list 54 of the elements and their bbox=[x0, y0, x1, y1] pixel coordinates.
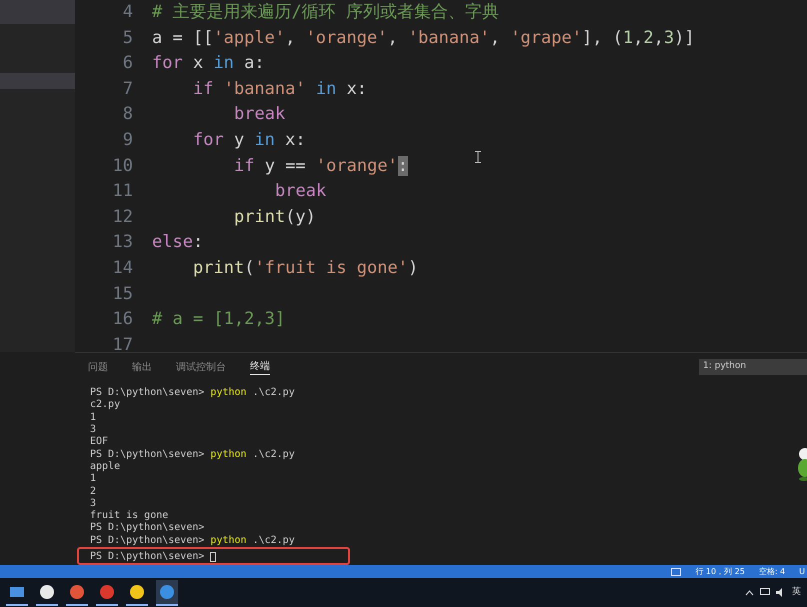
line-number: 5 bbox=[122, 26, 133, 50]
terminal-line: 3 bbox=[90, 424, 96, 436]
panel-tab[interactable]: 输出 bbox=[132, 360, 152, 374]
code-line: print(y) bbox=[234, 206, 316, 229]
text-cursor-icon bbox=[475, 151, 481, 163]
code-line: # a = [1,2,3] bbox=[152, 308, 286, 332]
line-number: 11 bbox=[112, 180, 133, 204]
status-item[interactable]: 行 10，列 25 bbox=[695, 566, 745, 578]
terminal-line: PS D:\python\seven> bbox=[90, 522, 204, 534]
panel-tab[interactable]: 问题 bbox=[88, 360, 108, 374]
line-number: 4 bbox=[122, 1, 133, 24]
terminal-line: PS D:\python\seven> python .\c2.py bbox=[90, 387, 295, 400]
code-line: else: bbox=[152, 231, 204, 254]
ime-indicator[interactable]: 英 bbox=[792, 586, 801, 600]
code-line: # 主要是用来遍历/循环 序列或者集合、字典 bbox=[152, 1, 499, 24]
terminal-line: PS D:\python\seven> bbox=[90, 551, 206, 563]
terminal-line: 3 bbox=[90, 498, 96, 510]
terminal-selector[interactable]: 1: python bbox=[699, 359, 807, 375]
line-number: 6 bbox=[122, 52, 133, 76]
terminal-line: PS D:\python\seven> python .\c2.py bbox=[90, 448, 295, 461]
code-line: a = [['apple', 'orange', 'banana', 'grape'], (1,2,3)] bbox=[152, 26, 695, 50]
code-line: if 'banana' in x: bbox=[193, 78, 368, 101]
code-line: break bbox=[275, 180, 326, 204]
frog-mascot-drawing bbox=[795, 446, 807, 482]
terminal-line: 2 bbox=[90, 486, 96, 498]
line-number: 9 bbox=[122, 129, 133, 152]
line-number: 16 bbox=[112, 308, 133, 332]
code-line: break bbox=[234, 103, 286, 126]
status-item[interactable]: U bbox=[799, 566, 805, 578]
terminal-line: 1 bbox=[90, 412, 96, 424]
line-number: 14 bbox=[112, 256, 133, 280]
terminal-line: c2.py bbox=[90, 399, 120, 412]
status-item[interactable]: 空格: 4 bbox=[758, 566, 786, 578]
code-line: for y in x: bbox=[193, 129, 306, 152]
line-number: 15 bbox=[112, 282, 133, 306]
code-line: if y == 'orange': bbox=[234, 154, 408, 178]
code-line: for x in a: bbox=[152, 52, 265, 76]
terminal-line: PS D:\python\seven> python .\c2.py bbox=[90, 534, 295, 547]
chevron-up-icon[interactable] bbox=[745, 590, 754, 596]
terminal-line: fruit is gone bbox=[90, 510, 168, 522]
line-number: 13 bbox=[112, 231, 133, 254]
panel-tab[interactable]: 终端 bbox=[250, 359, 270, 375]
terminal-line: apple bbox=[90, 460, 120, 473]
code-line: print('fruit is gone') bbox=[193, 256, 418, 280]
terminal-line: 1 bbox=[90, 473, 96, 486]
app-icon[interactable] bbox=[38, 582, 56, 600]
line-number: 7 bbox=[122, 78, 133, 101]
line-number: 8 bbox=[122, 103, 133, 126]
line-number: 10 bbox=[112, 154, 133, 178]
line-number: 12 bbox=[112, 206, 133, 229]
line-number: 17 bbox=[112, 334, 133, 352]
app-icon[interactable] bbox=[128, 582, 146, 600]
panel-tab[interactable]: 调试控制台 bbox=[176, 360, 226, 374]
terminal-line: EOF bbox=[90, 436, 108, 448]
